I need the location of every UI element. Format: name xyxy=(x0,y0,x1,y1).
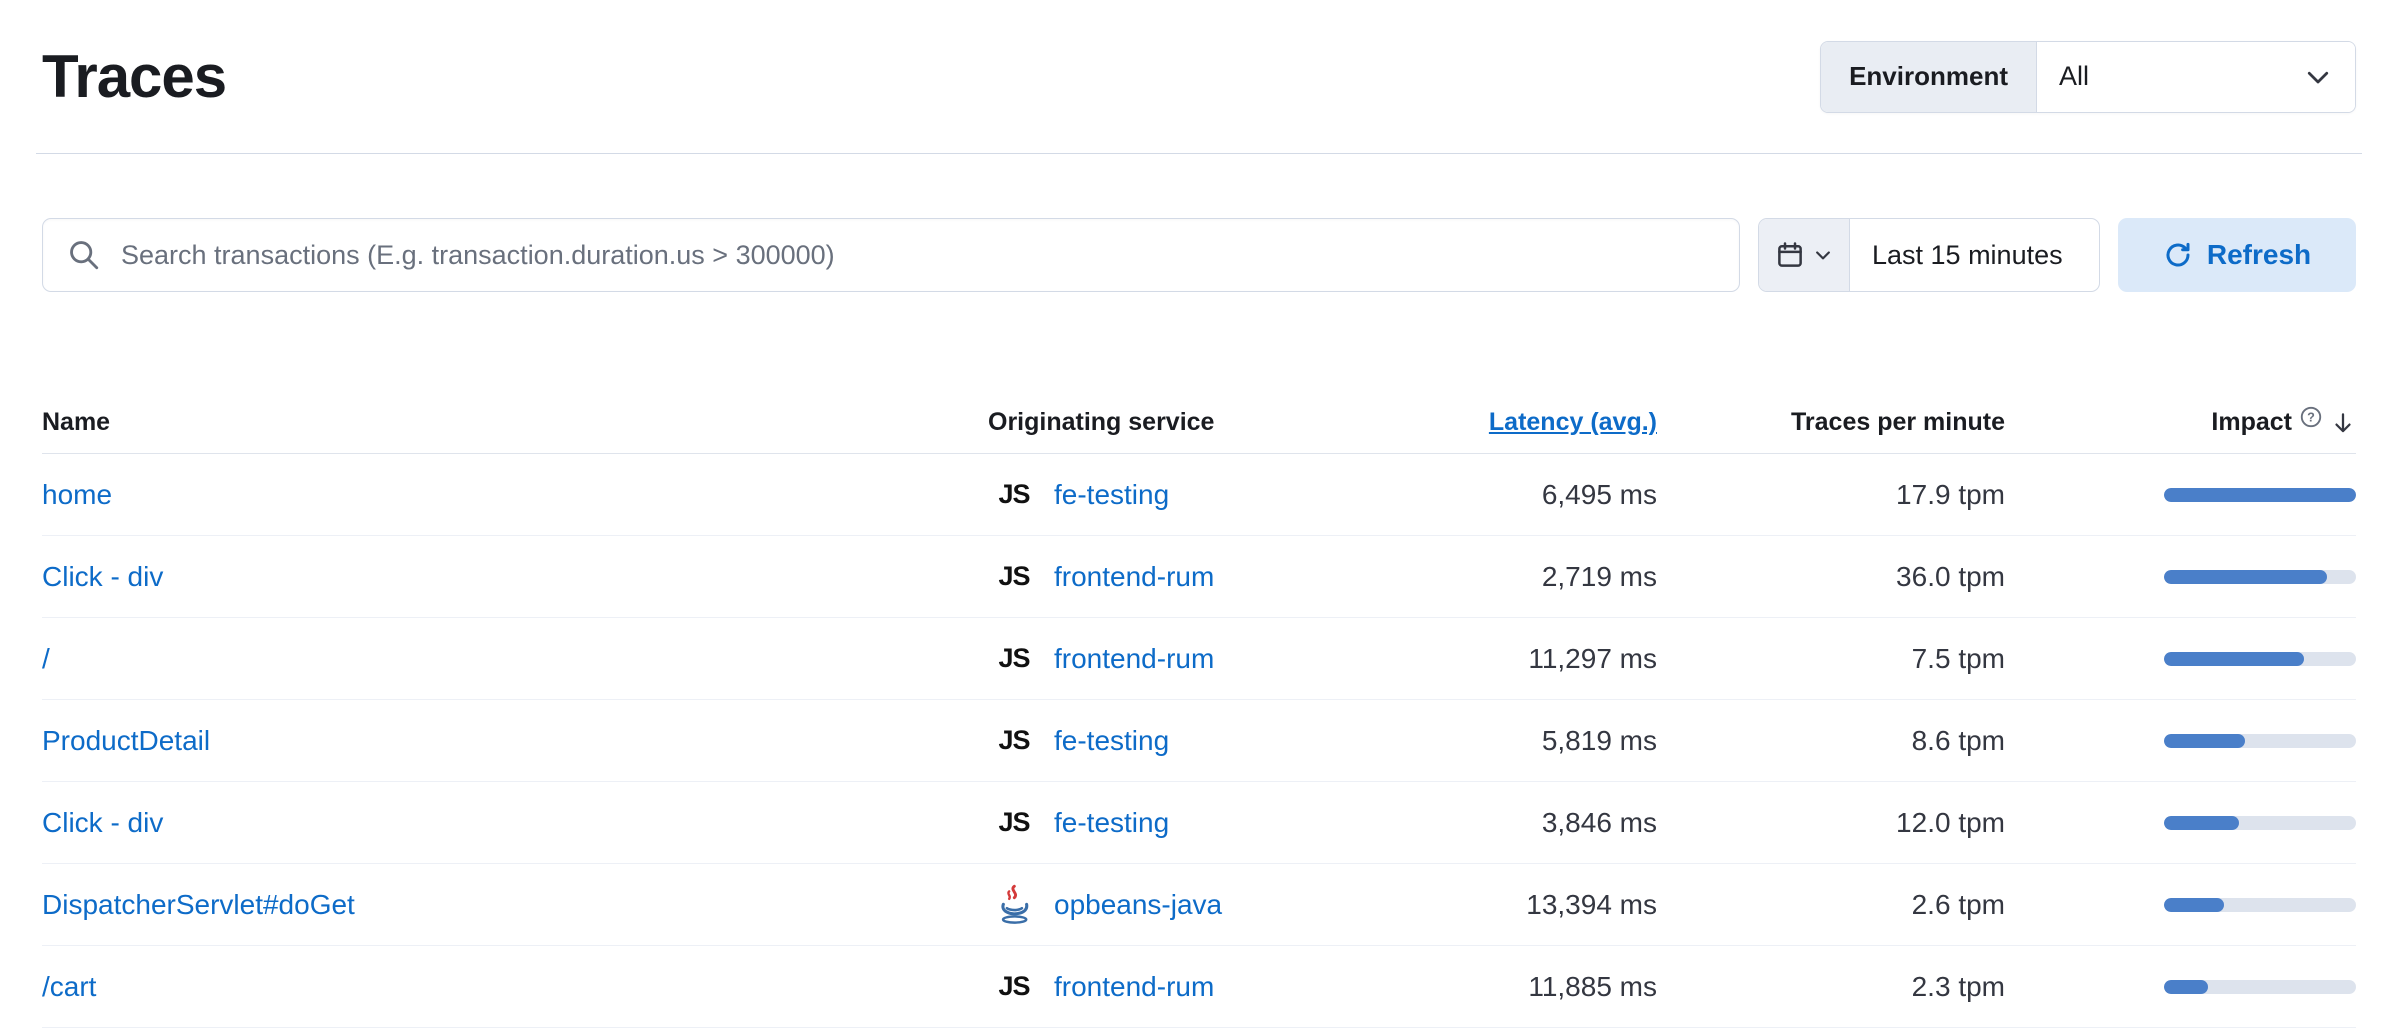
transaction-name-link[interactable]: DispatcherServlet#doGet xyxy=(42,889,355,920)
tpm-value: 12.0 tpm xyxy=(1657,807,2005,839)
search-icon xyxy=(67,238,101,272)
chevron-down-icon xyxy=(1813,245,1833,265)
environment-label: Environment xyxy=(1821,42,2037,112)
service-link[interactable]: fe-testing xyxy=(1054,807,1169,839)
column-header-name: Name xyxy=(42,408,988,437)
transaction-name-link[interactable]: / xyxy=(42,643,50,674)
impact-bar-fill xyxy=(2164,898,2224,912)
table-row: ProductDetail JS fe-testing 5,819 ms 8.6… xyxy=(42,700,2356,782)
question-mark-icon[interactable]: ? xyxy=(2300,406,2322,428)
java-agent-icon xyxy=(994,884,1034,926)
header-divider xyxy=(36,153,2362,154)
column-header-tpm: Traces per minute xyxy=(1657,408,2005,437)
impact-bar xyxy=(2164,898,2356,912)
tpm-value: 7.5 tpm xyxy=(1657,643,2005,675)
transaction-name-link[interactable]: ProductDetail xyxy=(42,725,210,756)
search-box[interactable] xyxy=(42,218,1740,292)
column-header-service: Originating service xyxy=(988,408,1430,437)
table-body: home JS fe-testing 6,495 ms 17.9 tpm xyxy=(42,454,2356,1028)
date-quick-select-button[interactable] xyxy=(1759,219,1850,291)
traces-table: Name Originating service Latency (avg.) … xyxy=(42,392,2356,1028)
service-link[interactable]: fe-testing xyxy=(1054,479,1169,511)
impact-bar-fill xyxy=(2164,488,2356,502)
latency-value: 5,819 ms xyxy=(1430,725,1657,757)
tpm-value: 2.3 tpm xyxy=(1657,971,2005,1003)
table-header-row: Name Originating service Latency (avg.) … xyxy=(42,392,2356,454)
environment-filter[interactable]: Environment All xyxy=(1820,41,2356,113)
transaction-name-link[interactable]: Click - div xyxy=(42,561,163,592)
transaction-name-link[interactable]: /cart xyxy=(42,971,96,1002)
javascript-agent-icon: JS xyxy=(998,561,1029,592)
latency-value: 11,885 ms xyxy=(1430,971,1657,1003)
date-picker[interactable]: Last 15 minutes xyxy=(1758,218,2100,292)
svg-text:?: ? xyxy=(2307,410,2315,424)
latency-value: 11,297 ms xyxy=(1430,643,1657,675)
table-row: /cart JS frontend-rum 11,885 ms 2.3 tpm xyxy=(42,946,2356,1028)
service-link[interactable]: fe-testing xyxy=(1054,725,1169,757)
transaction-name-link[interactable]: home xyxy=(42,479,112,510)
impact-bar xyxy=(2164,570,2356,584)
impact-bar xyxy=(2164,816,2356,830)
impact-bar-fill xyxy=(2164,980,2208,994)
tpm-value: 2.6 tpm xyxy=(1657,889,2005,921)
javascript-agent-icon: JS xyxy=(998,725,1029,756)
service-link[interactable]: frontend-rum xyxy=(1054,643,1214,675)
sort-descending-arrow-icon xyxy=(2330,410,2356,436)
tpm-value: 17.9 tpm xyxy=(1657,479,2005,511)
refresh-icon xyxy=(2163,240,2193,270)
service-link[interactable]: frontend-rum xyxy=(1054,561,1214,593)
page-title: Traces xyxy=(42,42,226,111)
impact-bar-fill xyxy=(2164,570,2327,584)
table-row: home JS fe-testing 6,495 ms 17.9 tpm xyxy=(42,454,2356,536)
impact-header-label: Impact xyxy=(2211,408,2292,437)
latency-value: 3,846 ms xyxy=(1430,807,1657,839)
table-row: DispatcherServlet#doGet opbeans-java 13,… xyxy=(42,864,2356,946)
javascript-agent-icon: JS xyxy=(998,479,1029,510)
service-link[interactable]: opbeans-java xyxy=(1054,889,1222,921)
javascript-agent-icon: JS xyxy=(998,643,1029,674)
transaction-name-link[interactable]: Click - div xyxy=(42,807,163,838)
latency-value: 2,719 ms xyxy=(1430,561,1657,593)
service-link[interactable]: frontend-rum xyxy=(1054,971,1214,1003)
date-range-value[interactable]: Last 15 minutes xyxy=(1850,219,2099,291)
column-header-latency[interactable]: Latency (avg.) xyxy=(1489,408,1657,437)
table-row: Click - div JS frontend-rum 2,719 ms 36.… xyxy=(42,536,2356,618)
page-header: Traces Environment All xyxy=(0,0,2398,153)
refresh-button[interactable]: Refresh xyxy=(2118,218,2356,292)
tpm-value: 36.0 tpm xyxy=(1657,561,2005,593)
impact-bar xyxy=(2164,652,2356,666)
environment-value: All xyxy=(2059,61,2089,92)
impact-bar-fill xyxy=(2164,816,2239,830)
table-row: / JS frontend-rum 11,297 ms 7.5 tpm xyxy=(42,618,2356,700)
impact-bar xyxy=(2164,980,2356,994)
impact-bar-fill xyxy=(2164,652,2304,666)
calendar-icon xyxy=(1775,240,1805,270)
latency-value: 6,495 ms xyxy=(1430,479,1657,511)
refresh-label: Refresh xyxy=(2207,239,2311,271)
environment-select[interactable]: All xyxy=(2037,42,2355,112)
impact-bar xyxy=(2164,488,2356,502)
table-row: Click - div JS fe-testing 3,846 ms 12.0 … xyxy=(42,782,2356,864)
search-input[interactable] xyxy=(119,239,1715,272)
impact-bar xyxy=(2164,734,2356,748)
column-header-impact[interactable]: Impact ? xyxy=(2005,406,2356,440)
javascript-agent-icon: JS xyxy=(998,807,1029,838)
javascript-agent-icon: JS xyxy=(998,971,1029,1002)
controls-bar: Last 15 minutes Refresh xyxy=(42,218,2356,292)
latency-value: 13,394 ms xyxy=(1430,889,1657,921)
chevron-down-icon xyxy=(2303,62,2333,92)
impact-bar-fill xyxy=(2164,734,2245,748)
tpm-value: 8.6 tpm xyxy=(1657,725,2005,757)
